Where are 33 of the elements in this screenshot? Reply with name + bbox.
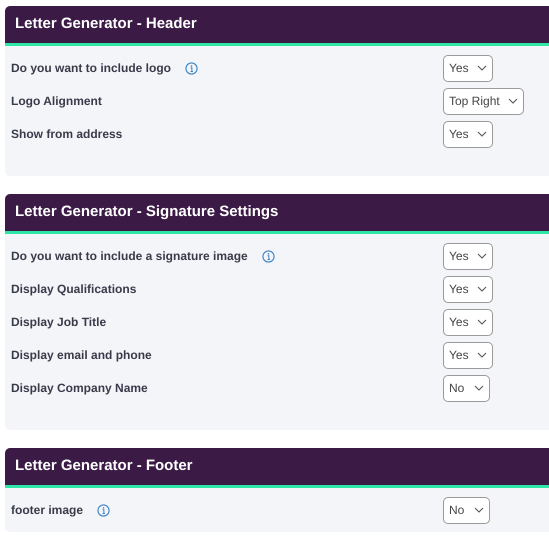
select-dropdown[interactable]: Yes <box>443 242 493 270</box>
chevron-down-icon <box>476 131 487 137</box>
select-dropdown[interactable]: No <box>443 496 490 524</box>
select-dropdown[interactable]: Yes <box>443 120 493 148</box>
info-icon[interactable] <box>97 504 110 516</box>
chevron-down-icon <box>508 98 518 104</box>
chevron-down-icon <box>474 507 484 513</box>
panel-title: Letter Generator - Signature Settings <box>15 202 278 222</box>
info-icon[interactable] <box>185 62 198 74</box>
setting-label: Display email and phone <box>11 347 152 364</box>
setting-label: Logo Alignment <box>11 93 102 110</box>
select-dropdown[interactable]: Yes <box>443 54 493 82</box>
setting-label: Do you want to include a signature image <box>11 248 248 265</box>
setting-label: Display Qualifications <box>11 281 136 298</box>
select-dropdown[interactable]: No <box>443 374 490 402</box>
panel-title: Letter Generator - Header <box>15 14 197 34</box>
chevron-down-icon <box>476 319 487 325</box>
setting-label: Display Job Title <box>11 314 106 331</box>
select-dropdown[interactable]: Yes <box>443 308 493 336</box>
chevron-down-icon <box>476 352 487 358</box>
setting-label: Do you want to include logo <box>11 60 171 77</box>
info-icon[interactable] <box>262 250 275 262</box>
select-dropdown[interactable]: Yes <box>443 342 493 368</box>
setting-label: Display Company Name <box>11 380 148 397</box>
chevron-down-icon <box>476 286 487 292</box>
chevron-down-icon <box>476 253 487 259</box>
panel-title: Letter Generator - Footer <box>15 456 193 476</box>
setting-label: Show from address <box>11 126 122 143</box>
chevron-down-icon <box>474 385 484 391</box>
select-dropdown[interactable]: Yes <box>443 276 493 302</box>
chevron-down-icon <box>476 65 487 71</box>
setting-label: footer image <box>11 502 84 519</box>
select-dropdown[interactable]: Top Right <box>443 88 524 114</box>
